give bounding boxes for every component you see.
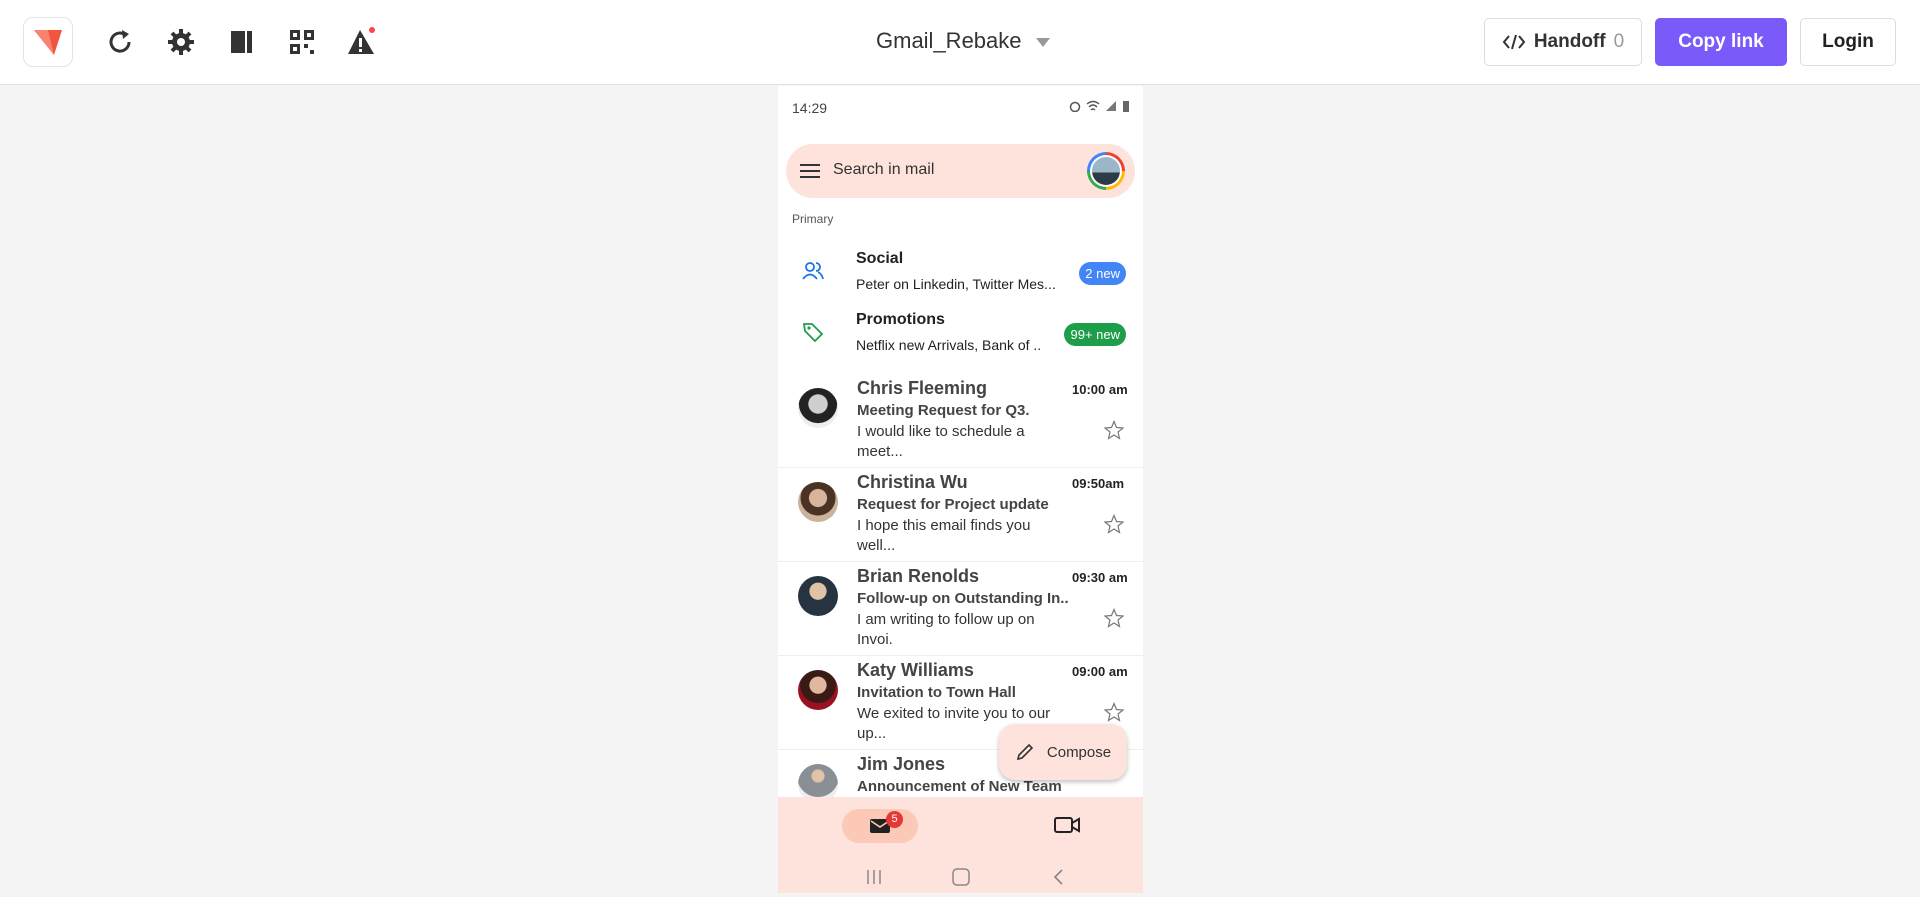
mail-row[interactable]: Christina Wu Request for Project update … — [778, 468, 1143, 562]
category-promotions[interactable]: Promotions Netflix new Arrivals, Bank of… — [778, 307, 1143, 363]
category-subtitle: Netflix new Arrivals, Bank of .. — [856, 337, 1042, 353]
star-icon[interactable] — [1104, 514, 1124, 534]
copy-link-button[interactable]: Copy link — [1655, 18, 1787, 66]
sender-avatar — [798, 670, 838, 710]
mail-sender: Christina Wu — [857, 472, 968, 492]
mail-snippet: I hope this email finds you well... — [857, 517, 1031, 554]
star-icon[interactable] — [1104, 420, 1124, 440]
new-count-badge: 99+ new — [1064, 323, 1126, 346]
refresh-icon[interactable] — [96, 18, 144, 66]
mail-subject: Announcement of New Team — [857, 778, 1062, 795]
phone-preview: 14:29 Search in mail Primary Social Pete… — [778, 86, 1143, 893]
category-social[interactable]: Social Peter on Linkedin, Twitter Mes...… — [778, 246, 1143, 302]
menu-icon[interactable] — [800, 163, 820, 179]
wifi-icon — [1086, 100, 1100, 111]
panel-toggle-icon[interactable] — [218, 18, 266, 66]
battery-icon — [1123, 101, 1129, 112]
mail-sender: Brian Renolds — [857, 566, 980, 586]
sender-avatar — [798, 576, 838, 616]
mail-time: 09:30 am — [1072, 570, 1128, 585]
pencil-icon — [1016, 743, 1034, 761]
home-icon[interactable] — [950, 867, 972, 887]
category-title: Social — [856, 250, 904, 267]
recent-apps-icon[interactable] — [863, 867, 885, 887]
compose-label: Compose — [1046, 743, 1112, 761]
mail-row[interactable]: Chris Fleeming Meeting Request for Q3. I… — [778, 374, 1143, 468]
mail-tab[interactable]: 5 — [842, 809, 918, 843]
star-icon[interactable] — [1104, 702, 1124, 722]
status-time: 14:29 — [792, 100, 828, 116]
sender-avatar — [798, 482, 838, 522]
sender-avatar — [798, 388, 838, 428]
search-bar[interactable]: Search in mail — [786, 144, 1135, 198]
mail-row[interactable]: Brian Renolds Follow-up on Outstanding I… — [778, 562, 1143, 656]
settings-gear-icon[interactable] — [157, 18, 205, 66]
status-icons — [1069, 100, 1130, 112]
category-subtitle: Peter on Linkedin, Twitter Mes... — [856, 276, 1056, 292]
back-icon[interactable] — [1048, 867, 1070, 887]
compose-button[interactable]: Compose — [999, 724, 1127, 780]
login-button[interactable]: Login — [1800, 18, 1896, 66]
mail-time: 09:00 am — [1072, 664, 1128, 679]
mail-snippet: I am writing to follow up on Invoi. — [857, 611, 1035, 648]
mail-subject: Invitation to Town Hall — [857, 684, 1016, 701]
section-label: Primary — [792, 212, 834, 226]
people-icon — [802, 262, 824, 280]
search-input[interactable]: Search in mail — [833, 161, 934, 179]
mail-sender: Katy Williams — [857, 660, 974, 680]
bottom-nav-bar: 5 — [778, 797, 1143, 893]
project-name: Gmail_Rebake — [876, 28, 1022, 53]
unread-badge: 5 — [886, 811, 903, 828]
star-icon[interactable] — [1104, 608, 1124, 628]
mail-subject: Follow-up on Outstanding In.. — [857, 590, 1069, 607]
handoff-label: Handoff — [1533, 31, 1606, 52]
new-count-badge: 2 new — [1079, 262, 1126, 285]
tag-icon — [802, 323, 824, 343]
signal-icon — [1106, 101, 1116, 111]
mail-subject: Request for Project update — [857, 496, 1049, 513]
top-toolbar: Gmail_Rebake Handoff 0 Copy link Login — [0, 0, 1920, 85]
app-logo-icon[interactable] — [23, 17, 73, 67]
qr-code-icon[interactable] — [278, 18, 326, 66]
mail-snippet: I would like to schedule a meet... — [857, 423, 1025, 460]
video-icon[interactable] — [1053, 813, 1081, 837]
code-icon — [1502, 34, 1526, 50]
category-title: Promotions — [856, 311, 945, 328]
mail-subject: Meeting Request for Q3. — [857, 402, 1030, 419]
alarm-icon — [1069, 101, 1081, 112]
mail-sender: Chris Fleeming — [857, 378, 988, 398]
mail-sender: Jim Jones — [857, 754, 946, 774]
handoff-button[interactable]: Handoff 0 — [1484, 18, 1642, 66]
warning-icon[interactable] — [338, 18, 386, 66]
project-selector[interactable]: Gmail_Rebake — [876, 28, 1050, 54]
status-bar: 14:29 — [778, 86, 1143, 130]
chevron-down-icon — [1035, 38, 1050, 47]
account-avatar[interactable] — [1087, 152, 1125, 190]
mail-time: 10:00 am — [1072, 382, 1128, 397]
mail-time: 09:50am — [1072, 476, 1125, 491]
handoff-count: 0 — [1613, 31, 1625, 52]
